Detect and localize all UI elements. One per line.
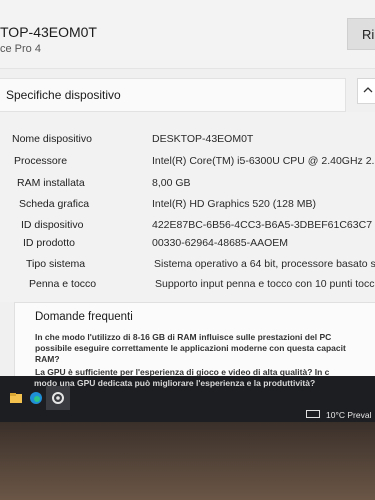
specs-card-title: Specifiche dispositivo (6, 88, 121, 102)
rename-button[interactable]: Ri (347, 18, 375, 50)
spec-row: Processore Intel(R) Core(TM) i5-6300U CP… (0, 155, 375, 175)
spec-value: Intel(R) HD Graphics 520 (128 MB) (152, 198, 316, 210)
spec-row: Tipo sistema Sistema operativo a 64 bit,… (0, 258, 375, 278)
spec-label: Processore (14, 155, 68, 167)
spec-value: Sistema operativo a 64 bit, processore b… (154, 258, 375, 270)
faq-title: Domande frequenti (35, 311, 133, 323)
battery-icon[interactable] (306, 410, 320, 418)
spec-row: Nome dispositivo DESKTOP-43EOM0T (0, 133, 375, 153)
device-header: TOP-43EOM0T ce Pro 4 Ri (0, 0, 375, 69)
spec-label: RAM installata (17, 177, 85, 189)
settings-window: TOP-43EOM0T ce Pro 4 Ri Specifiche dispo… (0, 0, 375, 376)
faq-section: Domande frequenti In che modo l'utilizzo… (14, 302, 375, 376)
chevron-up-icon (363, 87, 373, 93)
spec-label: Penna e tocco (29, 278, 97, 290)
faq-question-line[interactable]: La GPU è sufficiente per l'esperienza di… (35, 367, 375, 376)
spec-row: ID prodotto 00330-62964-48685-AAOEM (0, 237, 375, 257)
taskbar: modo una GPU dedicata può migliorare l'e… (0, 376, 375, 422)
specs-list: Nome dispositivo DESKTOP-43EOM0T Process… (0, 112, 375, 302)
faq-question-line[interactable]: possibile eseguire correttamente le appl… (35, 343, 375, 354)
spec-label: Nome dispositivo (12, 133, 92, 145)
spec-value: 422E87BC-6B56-4CC3-B6A5-3DBEF61C63C7 (152, 219, 373, 231)
device-bezel (0, 422, 375, 500)
collapse-button[interactable] (357, 78, 375, 104)
spec-label: Tipo sistema (26, 258, 86, 270)
spec-value: 00330-62964-48685-AAOEM (152, 237, 289, 249)
spec-row: ID dispositivo 422E87BC-6B56-4CC3-B6A5-3… (0, 219, 375, 239)
spec-value: Intel(R) Core(TM) i5-6300U CPU @ 2.40GHz… (152, 155, 375, 167)
spec-row: Penna e tocco Supporto input penna e toc… (0, 278, 375, 298)
spec-row: Scheda grafica Intel(R) HD Graphics 520 … (0, 198, 375, 218)
spec-value: DESKTOP-43EOM0T (152, 133, 254, 145)
spec-label: ID dispositivo (21, 219, 84, 231)
spec-value: Supporto input penna e tocco con 10 punt… (155, 278, 375, 290)
device-model: ce Pro 4 (0, 43, 41, 55)
settings-gear-icon[interactable] (50, 390, 66, 406)
faq-question-line: modo una GPU dedicata può migliorare l'e… (34, 378, 316, 388)
spec-label: Scheda grafica (19, 198, 90, 210)
spec-row: RAM installata 8,00 GB (0, 177, 375, 197)
weather-status[interactable]: 10°C Preval (326, 410, 371, 420)
file-explorer-icon[interactable] (8, 390, 24, 406)
spec-label: ID prodotto (23, 237, 75, 249)
spec-value: 8,00 GB (152, 177, 191, 189)
device-name: TOP-43EOM0T (0, 24, 97, 40)
specs-card-header[interactable]: Specifiche dispositivo (0, 78, 346, 112)
edge-icon[interactable] (28, 390, 44, 406)
faq-question-line[interactable]: RAM? (35, 354, 375, 365)
faq-question-line[interactable]: In che modo l'utilizzo di 8-16 GB di RAM… (35, 332, 375, 343)
